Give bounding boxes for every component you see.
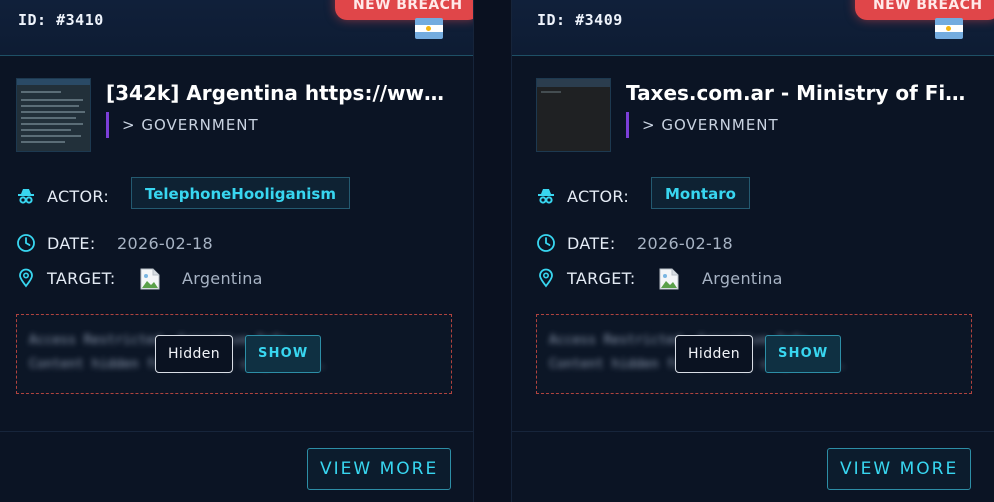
breach-title[interactable]: Taxes.com.ar - Ministry of Finance Argen… — [626, 81, 978, 105]
category-label: > GOVERNMENT — [106, 112, 259, 138]
new-breach-badge: NEW BREACH — [855, 0, 994, 20]
target-label: TARGET: — [567, 269, 636, 288]
hidden-indicator: Hidden — [155, 335, 234, 373]
date-label: DATE: — [567, 234, 616, 253]
breach-card: ID: #3410 NEW BREACH [342k] Argentina ht… — [0, 0, 474, 502]
date-value: 2026-02-18 — [117, 234, 213, 253]
broken-image-icon — [140, 268, 160, 290]
hidden-indicator: Hidden — [675, 335, 754, 373]
card-divider — [0, 431, 473, 432]
view-more-button[interactable]: VIEW MORE — [307, 448, 452, 490]
breach-feed: ID: #3410 NEW BREACH [342k] Argentina ht… — [0, 0, 994, 502]
argentina-flag-icon — [415, 18, 443, 39]
location-pin-icon — [539, 268, 553, 288]
new-breach-badge: NEW BREACH — [335, 0, 473, 20]
card-divider — [512, 431, 994, 432]
breach-card: ID: #3409 NEW BREACH Taxes.com.ar - Mini… — [511, 0, 994, 502]
location-pin-icon — [19, 268, 33, 288]
date-value: 2026-02-18 — [637, 234, 733, 253]
card-header: ID: #3409 NEW BREACH — [512, 0, 994, 56]
screenshot-thumbnail[interactable] — [536, 78, 611, 152]
target-value: Argentina — [182, 269, 263, 288]
actor-spy-icon — [538, 189, 554, 204]
show-button[interactable]: SHOW — [765, 335, 842, 373]
category-label: > GOVERNMENT — [626, 112, 779, 138]
actor-tag[interactable]: TelephoneHooliganism — [131, 177, 350, 209]
argentina-flag-icon — [935, 18, 963, 39]
clock-icon — [17, 234, 35, 252]
target-value: Argentina — [702, 269, 783, 288]
show-button[interactable]: SHOW — [245, 335, 322, 373]
broken-image-icon — [659, 268, 679, 290]
actor-tag[interactable]: Montaro — [651, 177, 750, 209]
view-more-button[interactable]: VIEW MORE — [827, 448, 972, 490]
actor-label: ACTOR: — [567, 187, 630, 206]
actor-label: ACTOR: — [47, 187, 110, 206]
actor-spy-icon — [18, 189, 34, 204]
card-id: ID: #3409 — [537, 11, 623, 29]
screenshot-thumbnail[interactable] — [16, 78, 91, 152]
hidden-content-box: Access Restricted. Sensitive Info. Conte… — [16, 314, 452, 394]
breach-title[interactable]: [342k] Argentina https://www.argentina.g… — [106, 81, 456, 105]
date-label: DATE: — [47, 234, 96, 253]
clock-icon — [537, 234, 555, 252]
card-header: ID: #3410 NEW BREACH — [0, 0, 473, 56]
target-label: TARGET: — [47, 269, 116, 288]
hidden-content-box: Access Restricted. Sensitive Info. Conte… — [536, 314, 972, 394]
card-id: ID: #3410 — [18, 11, 104, 29]
